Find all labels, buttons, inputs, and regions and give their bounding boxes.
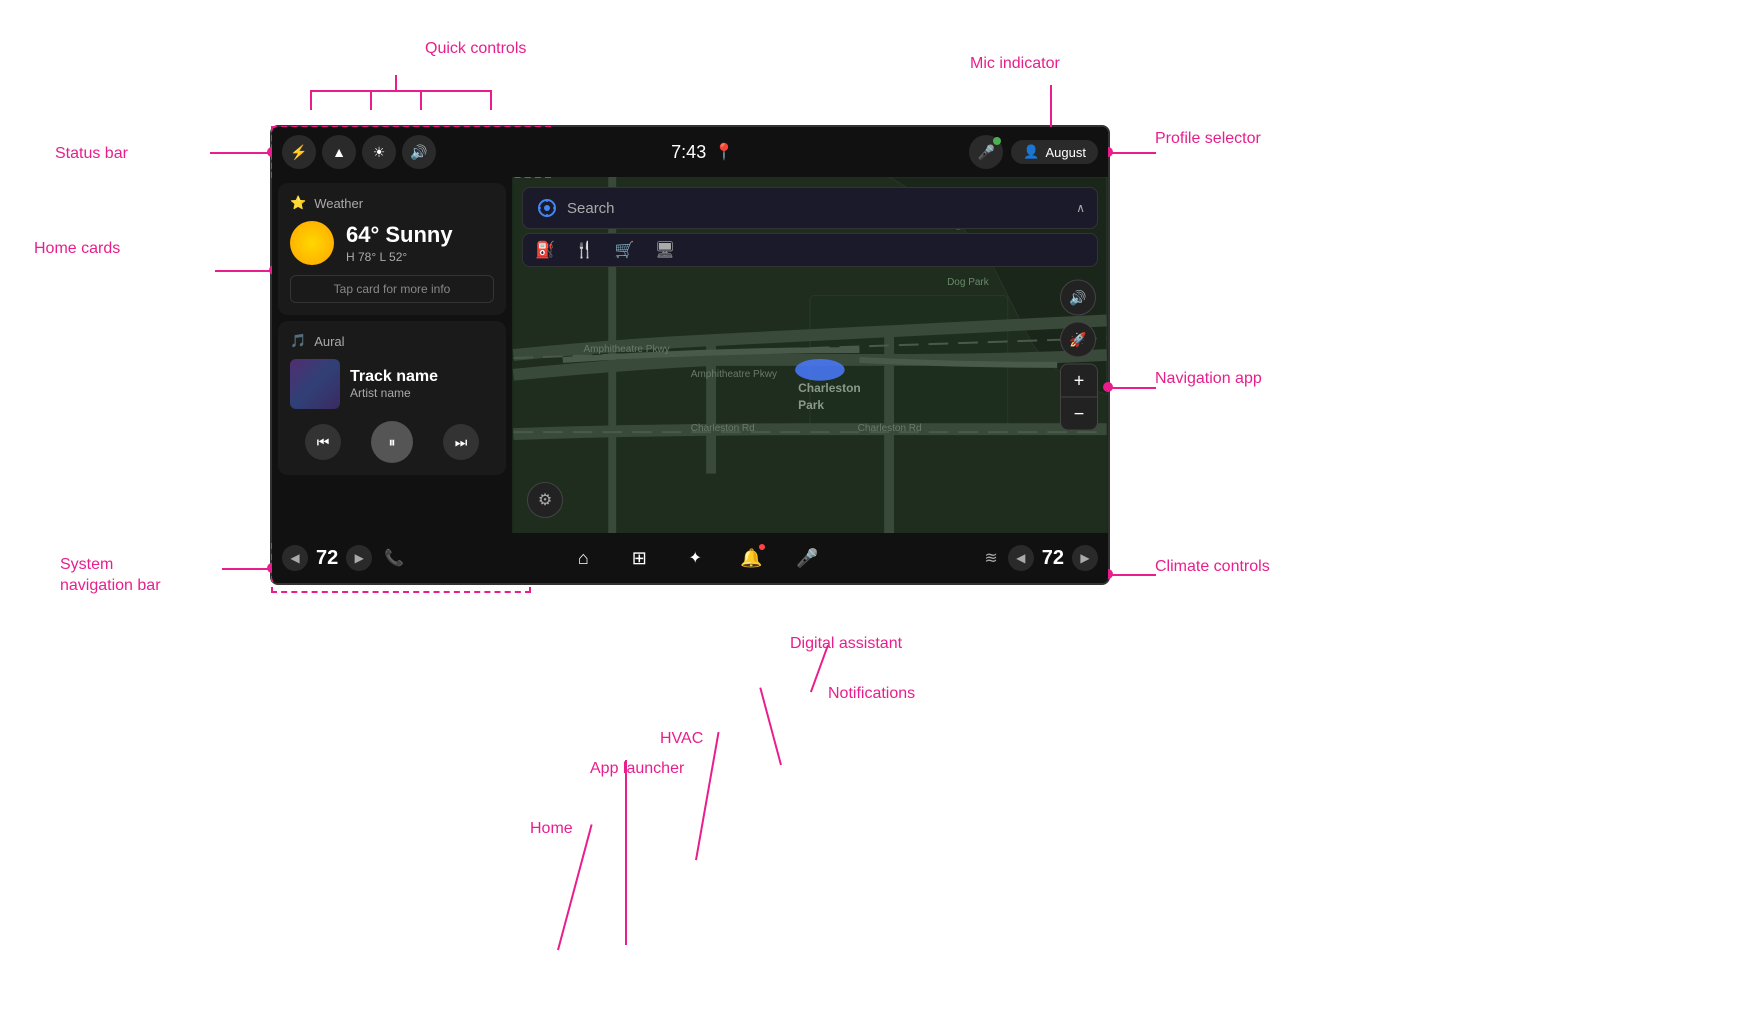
temp-decrease-left[interactable]: ◀ — [282, 545, 308, 571]
mic-indicator-button[interactable]: 🎤 — [969, 135, 1003, 169]
maps-icon — [535, 196, 559, 220]
location-icon: 📍 — [714, 142, 734, 162]
restaurant-icon[interactable]: 🍴 — [575, 240, 595, 260]
weather-temp: 64° Sunny — [346, 222, 453, 248]
track-name: Track name — [350, 368, 438, 386]
annotation-app-launcher: App launcher — [590, 760, 684, 778]
music-info: Track name Artist name — [290, 359, 494, 409]
annotation-quick-controls: Quick controls — [425, 40, 526, 58]
profile-selector[interactable]: 👤 August — [1011, 140, 1098, 164]
weather-tap-hint[interactable]: Tap card for more info — [290, 275, 494, 303]
music-card[interactable]: 🎵 Aural Track name Artist name ⏮ ⏸ ⏭ — [278, 321, 506, 475]
map-controls-right: 🔊 🚀 + − — [1060, 280, 1098, 431]
home-button[interactable]: ⌂ — [565, 540, 601, 576]
next-button[interactable]: ⏭ — [443, 424, 479, 460]
cart-icon[interactable]: 🛒 — [615, 240, 635, 260]
climate-right: ≋ ◀ 72 ▶ — [968, 545, 1108, 571]
annotation-navigation-app: Navigation app — [1155, 370, 1262, 388]
temp-decrease-right[interactable]: ◀ — [1008, 545, 1034, 571]
music-header: 🎵 Aural — [290, 333, 494, 349]
mic-active-dot — [993, 137, 1001, 145]
artist-name: Artist name — [350, 386, 438, 400]
annotation-digital-assistant: Digital assistant — [790, 635, 902, 653]
music-controls: ⏮ ⏸ ⏭ — [290, 421, 494, 463]
notification-badge — [759, 544, 765, 550]
time-display: 7:43 — [671, 142, 706, 163]
car-ui: ⚡ ▲ ☀ 🔊 7:43 📍 🎤 👤 August ⭐ Weather — [270, 125, 1110, 585]
temp-right: 72 — [1038, 547, 1068, 570]
search-chevron[interactable]: ∧ — [1076, 201, 1085, 215]
music-app-icon: 🎵 — [290, 333, 306, 349]
map-area[interactable]: Amphitheatre Pkwy Amphitheatre Pkwy Char… — [512, 177, 1108, 533]
hvac-button[interactable]: ✦ — [677, 540, 713, 576]
annotation-profile-selector: Profile selector — [1155, 130, 1261, 148]
weather-card[interactable]: ⭐ Weather 64° Sunny H 78° L 52° Tap card… — [278, 183, 506, 315]
screen-icon[interactable]: 🖥 — [655, 240, 675, 260]
status-bar-left: ⚡ ▲ ☀ 🔊 — [282, 135, 436, 169]
search-bar[interactable]: Search ∧ — [522, 187, 1098, 229]
zoom-controls: + − — [1060, 364, 1098, 431]
temp-increase-right[interactable]: ▶ — [1072, 545, 1098, 571]
sun-icon — [290, 221, 334, 265]
nav-center: ⌂ ⊞ ✦ 🔔 🎤 — [422, 540, 968, 576]
left-panel: ⭐ Weather 64° Sunny H 78° L 52° Tap card… — [272, 177, 512, 533]
brightness-icon[interactable]: ☀ — [362, 135, 396, 169]
annotation-climate-controls: Climate controls — [1155, 558, 1270, 576]
digital-assistant-button[interactable]: 🎤 — [789, 540, 825, 576]
pause-button[interactable]: ⏸ — [371, 421, 413, 463]
map-settings-button[interactable]: ⚙ — [527, 482, 563, 518]
annotation-home: Home — [530, 820, 573, 838]
phone-icon[interactable]: 📞 — [376, 548, 412, 568]
notifications-button[interactable]: 🔔 — [733, 540, 769, 576]
weather-header: ⭐ Weather — [290, 195, 494, 211]
music-app-name: Aural — [314, 334, 344, 349]
annotation-notifications: Notifications — [828, 685, 915, 703]
temp-increase-left[interactable]: ▶ — [346, 545, 372, 571]
volume-icon[interactable]: 🔊 — [402, 135, 436, 169]
fuel-icon[interactable]: ⛽ — [535, 240, 555, 260]
track-info: Track name Artist name — [350, 368, 438, 400]
status-bar-right: 🎤 👤 August — [969, 135, 1098, 169]
zoom-in-button[interactable]: + — [1061, 365, 1097, 397]
annotation-status-bar: Status bar — [55, 145, 128, 163]
profile-name: August — [1046, 145, 1086, 160]
signal-icon[interactable]: ▲ — [322, 135, 356, 169]
zoom-out-button[interactable]: − — [1061, 398, 1097, 430]
climate-left: ◀ 72 ▶ 📞 — [272, 545, 422, 571]
status-bar: ⚡ ▲ ☀ 🔊 7:43 📍 🎤 👤 August — [272, 127, 1108, 177]
album-art-overlay — [290, 359, 340, 409]
navigate-button[interactable]: 🚀 — [1060, 322, 1096, 358]
annotation-hvac: HVAC — [660, 730, 703, 748]
map-search: Search ∧ ⛽ 🍴 🛒 🖥 — [522, 187, 1098, 267]
bluetooth-icon[interactable]: ⚡ — [282, 135, 316, 169]
weather-range: H 78° L 52° — [346, 250, 453, 264]
annotation-mic-indicator: Mic indicator — [970, 55, 1060, 73]
weather-title: Weather — [314, 196, 363, 211]
app-launcher-button[interactable]: ⊞ — [621, 540, 657, 576]
album-art — [290, 359, 340, 409]
prev-button[interactable]: ⏮ — [305, 424, 341, 460]
status-bar-center: 7:43 📍 — [671, 142, 734, 163]
annotation-home-cards: Home cards — [34, 240, 120, 258]
volume-map-button[interactable]: 🔊 — [1060, 280, 1096, 316]
fan-icon: ≋ — [978, 548, 1003, 568]
annotation-system-nav-bar: Systemnavigation bar — [60, 555, 161, 597]
weather-text: 64° Sunny H 78° L 52° — [346, 222, 453, 264]
weather-main: 64° Sunny H 78° L 52° — [290, 221, 494, 265]
weather-icon: ⭐ — [290, 195, 306, 211]
map-categories: ⛽ 🍴 🛒 🖥 — [522, 233, 1098, 267]
bottom-bar: ◀ 72 ▶ 📞 ⌂ ⊞ ✦ 🔔 🎤 ≋ ◀ 72 ▶ — [272, 533, 1108, 583]
profile-icon: 👤 — [1023, 144, 1039, 160]
temp-left: 72 — [312, 547, 342, 570]
search-text: Search — [567, 200, 1068, 217]
